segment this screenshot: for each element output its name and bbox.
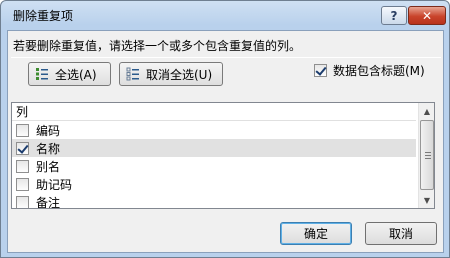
ok-button[interactable]: 确定: [280, 222, 352, 245]
data-has-headers-checkbox[interactable]: 数据包含标题(M): [314, 62, 425, 79]
headers-checkbox-box[interactable]: [314, 64, 327, 77]
help-icon: ?: [390, 8, 398, 23]
column-checkbox[interactable]: [16, 177, 29, 191]
select-all-icon: [36, 68, 48, 80]
select-all-button[interactable]: 全选(A): [28, 62, 111, 86]
list-item[interactable]: 备注: [12, 193, 416, 209]
select-all-label: 全选(A): [55, 67, 97, 82]
column-label: 名称: [36, 141, 61, 156]
cancel-button[interactable]: 取消: [365, 222, 437, 245]
cancel-label: 取消: [388, 227, 413, 241]
scroll-down-icon[interactable]: ▼: [419, 192, 434, 208]
list-item[interactable]: 助记码: [12, 175, 416, 193]
column-label: 编码: [36, 123, 61, 138]
column-checkbox[interactable]: [16, 159, 29, 173]
grip-icon: [425, 152, 431, 159]
list-item[interactable]: 名称: [12, 139, 416, 157]
deselect-all-icon: [126, 67, 139, 81]
column-checkbox[interactable]: [16, 195, 29, 208]
column-label: 别名: [36, 159, 61, 174]
column-checkbox[interactable]: [16, 123, 29, 137]
remove-duplicates-dialog: 删除重复项 ? ✕ 若要删除重复值，请选择一个或多个包含重复值的列。 全选(A): [0, 0, 450, 258]
column-checkbox[interactable]: [16, 141, 29, 155]
list-item[interactable]: 编码: [12, 121, 416, 139]
scroll-up-icon[interactable]: ▲: [419, 103, 434, 119]
title-bar[interactable]: 删除重复项 ? ✕: [1, 1, 449, 29]
divider: [11, 57, 441, 58]
list-item[interactable]: 别名: [12, 157, 416, 175]
instruction-text: 若要删除重复值，请选择一个或多个包含重复值的列。: [13, 39, 302, 53]
list-header: 列: [12, 103, 416, 121]
columns-list[interactable]: 列 编码 名称 别名 助记码 备注 ▲ ▼: [11, 102, 435, 209]
column-label: 助记码: [36, 177, 73, 192]
vertical-scrollbar[interactable]: ▲ ▼: [418, 103, 434, 208]
scrollbar-thumb[interactable]: [420, 120, 434, 190]
deselect-all-label: 取消全选(U): [146, 67, 213, 82]
dialog-body: 若要删除重复值，请选择一个或多个包含重复值的列。 全选(A) 取消全选(U) 数…: [7, 30, 444, 253]
column-label: 备注: [36, 195, 61, 209]
headers-checkbox-label: 数据包含标题(M): [333, 64, 425, 78]
dialog-title: 删除重复项: [13, 9, 74, 23]
close-icon: ✕: [421, 8, 433, 23]
ok-label: 确定: [303, 227, 328, 241]
help-button[interactable]: ?: [381, 6, 407, 25]
list-body: 编码 名称 别名 助记码 备注: [12, 121, 416, 209]
close-button[interactable]: ✕: [408, 6, 446, 25]
deselect-all-button[interactable]: 取消全选(U): [119, 62, 223, 86]
